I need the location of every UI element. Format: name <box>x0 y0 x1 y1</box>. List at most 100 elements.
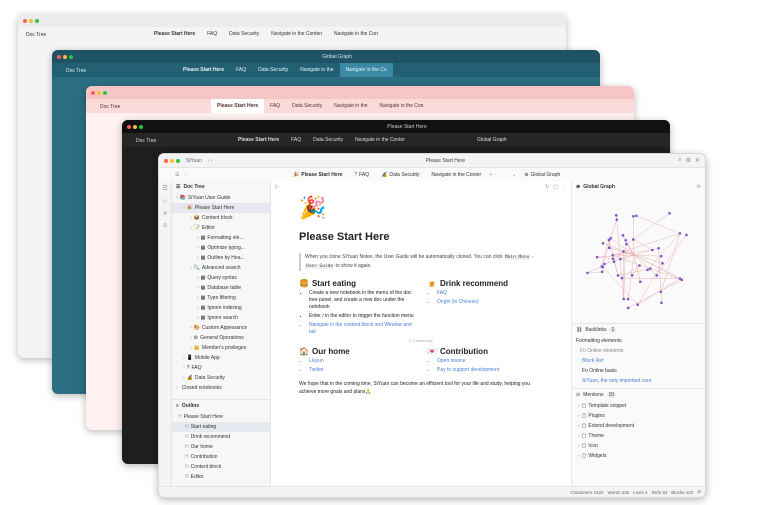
backlink-item[interactable]: Fo Online basis <box>572 366 705 376</box>
maximize-dot[interactable] <box>139 124 143 129</box>
graph-node[interactable] <box>620 276 624 280</box>
chevron-right-icon[interactable]: › <box>183 365 185 371</box>
graph-node[interactable] <box>659 254 663 258</box>
tree-item[interactable]: › ▦ Type filtering <box>172 293 270 303</box>
graph-node[interactable] <box>616 274 620 277</box>
graph-node[interactable] <box>638 280 642 284</box>
doc-tree-icon[interactable]: ☰ <box>162 185 167 192</box>
graph-node[interactable] <box>611 253 615 257</box>
graph-node[interactable] <box>603 262 606 266</box>
tab-navigate[interactable]: Navigate in the <box>328 99 373 113</box>
chevron-right-icon[interactable]: › <box>197 305 199 311</box>
chevron-right-icon[interactable]: › <box>190 225 192 231</box>
graph-node[interactable] <box>619 257 622 261</box>
minimize-dot[interactable] <box>170 158 174 163</box>
graph-node[interactable] <box>648 267 652 270</box>
chevron-right-icon[interactable]: › <box>578 413 580 419</box>
chevron-right-icon[interactable]: › <box>197 315 199 321</box>
chevron-right-icon[interactable]: › <box>197 275 199 281</box>
graph-node[interactable] <box>601 265 605 269</box>
help-icon[interactable]: ⊘ <box>697 489 701 495</box>
settings-icon[interactable]: ⚙ <box>686 157 691 164</box>
tab-data-security[interactable]: Data Security <box>252 63 294 77</box>
maximize-dot[interactable] <box>69 54 73 59</box>
tab-data-security[interactable]: 🔏 Data Security <box>375 168 425 182</box>
chevron-right-icon[interactable]: › <box>190 215 192 221</box>
tree-item[interactable]: › 👑 Member's privileges <box>172 343 270 353</box>
tab-data-security[interactable]: Data Security <box>286 99 328 113</box>
add-tab-icon[interactable]: + <box>489 172 492 178</box>
chevron-right-icon[interactable]: › <box>190 345 192 351</box>
tree-item[interactable]: › 📝 Editor <box>172 223 270 233</box>
outline-item[interactable]: H Drink recommend <box>172 432 270 442</box>
tree-item[interactable]: › ▦ Outline by Hea... <box>172 253 270 263</box>
minimize-dot[interactable] <box>133 124 137 129</box>
tree-item[interactable]: › ▦ Optimize typog... <box>172 243 270 253</box>
chevron-right-icon[interactable]: › <box>197 255 199 261</box>
tree-item[interactable]: › ▦ Ignore indexing <box>172 303 270 313</box>
graph-node[interactable] <box>678 232 682 235</box>
graph-node[interactable] <box>626 297 630 301</box>
doc-icon[interactable]: ▢ <box>553 184 558 190</box>
tree-item[interactable]: › ▦ Ignore search <box>172 313 270 323</box>
more-icon[interactable]: ⋯ <box>183 172 188 178</box>
graph-node[interactable] <box>659 290 663 294</box>
chevron-right-icon[interactable]: › <box>183 205 185 211</box>
graph-node[interactable] <box>601 241 605 245</box>
graph-node[interactable] <box>630 273 634 277</box>
chevron-right-icon[interactable]: › <box>578 423 580 429</box>
outline-item[interactable]: H Contribution <box>172 452 270 462</box>
graph-node[interactable] <box>614 214 618 217</box>
tab-faq[interactable]: FAQ <box>201 27 223 41</box>
chevron-right-icon[interactable]: › <box>183 375 185 381</box>
tab-please-start-here[interactable]: Please Start Here <box>177 63 230 77</box>
chevron-right-icon[interactable]: › <box>197 245 199 251</box>
graph-node[interactable] <box>651 248 654 252</box>
minimize-dot[interactable] <box>29 18 33 23</box>
breadcrumb[interactable]: ▷ <box>275 184 279 190</box>
tab-navigate-2[interactable]: Navigate in the Co <box>339 63 393 77</box>
mention-item[interactable]: › ▢ Extend development <box>572 421 705 431</box>
chevron-right-icon[interactable]: › <box>578 443 580 449</box>
global-graph-canvas[interactable] <box>572 193 704 323</box>
tree-item[interactable]: › 🎉 Please Start Here <box>172 203 270 213</box>
chevron-right-icon[interactable]: › <box>578 403 580 409</box>
graph-node[interactable] <box>638 264 641 267</box>
graph-node[interactable] <box>600 270 604 274</box>
graph-node[interactable] <box>607 246 611 250</box>
tree-item[interactable]: › Closed notebooks <box>172 383 270 393</box>
tree-item[interactable]: › 🔏 Data Security <box>172 373 270 383</box>
tree-item[interactable]: › 📦 Content block <box>172 213 270 223</box>
chevron-right-icon[interactable]: › <box>183 355 185 361</box>
tab-faq[interactable]: FAQ <box>230 63 252 77</box>
list-item-link[interactable]: Navigate in the content block and Window… <box>309 322 417 336</box>
maximize-dot[interactable] <box>103 90 107 95</box>
outline-item[interactable]: H Our home <box>172 442 270 452</box>
graph-node[interactable] <box>621 234 625 237</box>
tab-navigate[interactable]: Navigate in the Conten <box>265 27 328 41</box>
graph-node[interactable] <box>611 257 615 261</box>
minimize-dot[interactable] <box>97 90 101 95</box>
tab-faq[interactable]: ? FAQ <box>348 168 375 182</box>
graph-node[interactable] <box>655 274 659 277</box>
chevron-right-icon[interactable]: › <box>176 195 178 201</box>
graph-node[interactable] <box>660 301 663 305</box>
tree-item[interactable]: › 📚 SiYuan User Guide <box>172 193 270 203</box>
list-item-link[interactable]: Pay to support development <box>437 367 537 374</box>
tree-toggle-icon[interactable]: ☰ <box>175 172 179 178</box>
graph-node[interactable] <box>624 238 628 242</box>
chevron-right-icon[interactable]: › <box>578 453 580 459</box>
graph-node[interactable] <box>612 260 616 264</box>
party-icon[interactable]: 🎉 <box>299 195 543 221</box>
tree-item[interactable]: › 📱 Mobile App <box>172 353 270 363</box>
close-icon[interactable]: ✕ <box>695 157 700 164</box>
graph-node[interactable] <box>635 214 638 218</box>
outline-item[interactable]: H Content block <box>172 462 270 472</box>
tree-item[interactable]: › ▦ Database table <box>172 283 270 293</box>
graph-node[interactable] <box>595 255 599 259</box>
graph-node[interactable] <box>632 215 635 218</box>
tree-item[interactable]: › ⚙ General Operations <box>172 333 270 343</box>
close-dot[interactable] <box>127 124 131 129</box>
close-dot[interactable] <box>23 18 27 23</box>
mention-item[interactable]: › ▢ Template snippet <box>572 401 705 411</box>
